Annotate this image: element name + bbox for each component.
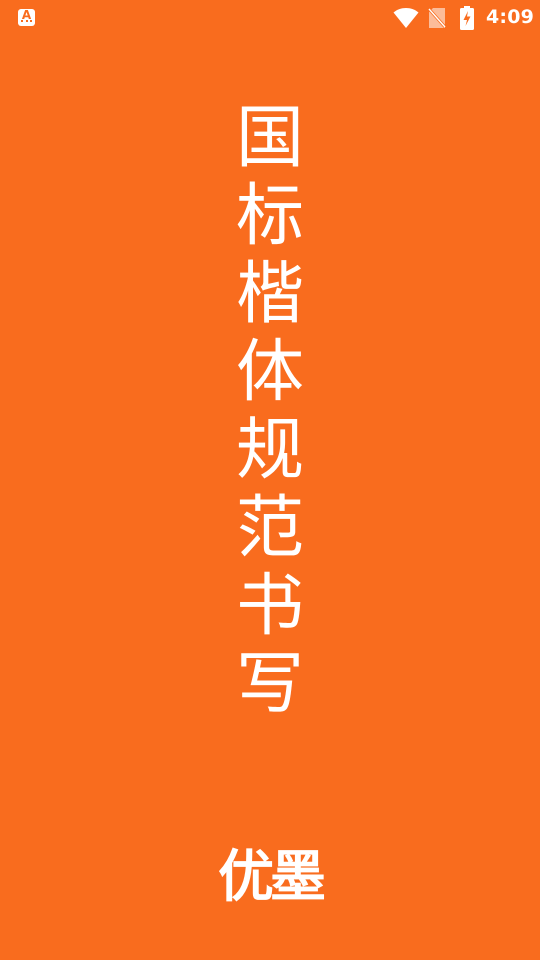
brand-logo: 优墨 [218, 845, 326, 910]
title-char: 规 [235, 411, 304, 490]
wifi-icon [393, 8, 419, 28]
title-char: 楷 [235, 255, 304, 334]
notification-dots [21, 20, 32, 24]
status-time: 4:09 [486, 6, 535, 28]
app-notification-icon: A [18, 8, 35, 26]
title-char: 国 [235, 99, 304, 178]
battery-charging-icon [460, 6, 474, 30]
status-bar: A 4:09 [0, 0, 540, 36]
title-char: 写 [235, 645, 304, 724]
splash-title: 国 标 楷 体 规 范 书 写 [220, 100, 320, 724]
title-char: 体 [235, 333, 304, 412]
title-char: 书 [235, 567, 304, 646]
title-char: 标 [235, 177, 304, 256]
title-char: 范 [235, 489, 304, 568]
no-sim-icon [428, 8, 446, 28]
